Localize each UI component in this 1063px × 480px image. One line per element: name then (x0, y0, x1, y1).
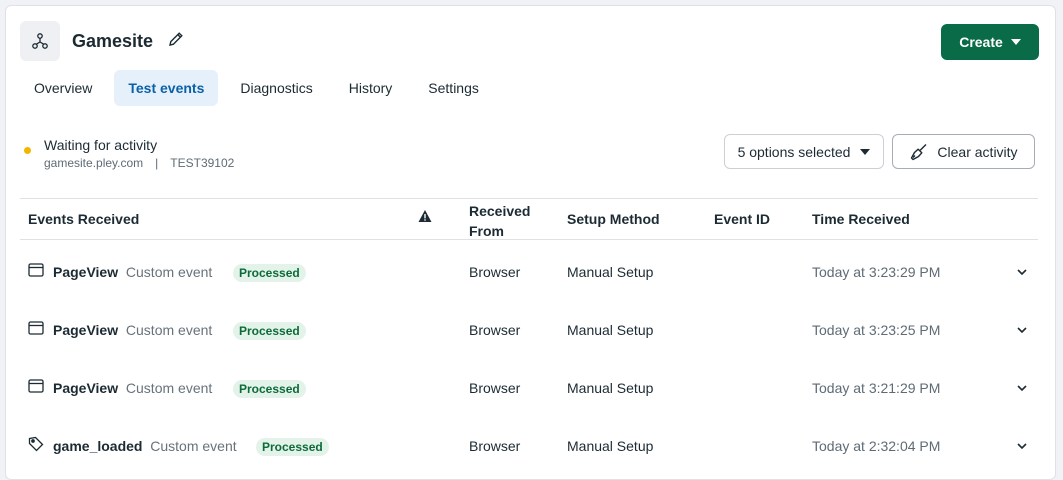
received-from: Browser (469, 438, 521, 454)
table-row[interactable]: PageView Custom event Processed Browser … (20, 356, 1038, 414)
table-row[interactable]: PageView Custom event Processed Browser … (20, 298, 1038, 356)
time-received: Today at 3:23:25 PM (812, 322, 941, 338)
setup-method: Manual Setup (567, 322, 654, 338)
received-from: Browser (469, 322, 521, 338)
header-setup-method: Setup Method (567, 211, 660, 227)
event-type: Custom event (125, 264, 213, 280)
events-table: Events Received Received From Setup Meth… (20, 198, 1038, 472)
options-select-label: 5 options selected (737, 143, 851, 160)
status-separator: | (155, 156, 159, 170)
header-events-received: Events Received (28, 211, 140, 227)
tab-bar: Overview Test events Diagnostics History… (20, 70, 501, 106)
event-name: game_loaded (53, 438, 143, 454)
status-badge: Processed (233, 380, 306, 398)
status-badge: Processed (233, 264, 306, 282)
event-type: Custom event (125, 380, 213, 396)
event-name-cell: PageView Custom event (53, 264, 212, 280)
browser-window-icon (28, 263, 44, 277)
page-title: Gamesite (72, 31, 154, 51)
setup-method: Manual Setup (567, 438, 654, 454)
dataset-icon (20, 21, 60, 61)
header-event-id: Event ID (714, 211, 771, 227)
event-name-cell: PageView Custom event (53, 322, 212, 338)
pencil-icon[interactable] (166, 29, 186, 49)
browser-window-icon (28, 321, 44, 335)
status-test-code: TEST39102 (170, 156, 235, 170)
received-from: Browser (469, 264, 521, 280)
clear-activity-label: Clear activity (937, 143, 1018, 160)
events-manager-card: Gamesite Create Overview Test events Dia… (5, 5, 1056, 480)
header-received-from: Received From (469, 203, 531, 239)
status-badge: Processed (256, 438, 329, 456)
event-name-cell: game_loaded Custom event (53, 438, 237, 454)
table-header: Events Received Received From Setup Meth… (20, 198, 1038, 240)
status-domain: gamesite.pley.com (44, 156, 144, 170)
tab-test-events[interactable]: Test events (114, 70, 219, 106)
tab-settings[interactable]: Settings (414, 70, 493, 106)
event-name: PageView (53, 264, 119, 280)
warning-icon (418, 210, 432, 222)
setup-method: Manual Setup (567, 264, 654, 280)
status-subtitle: gamesite.pley.com | TEST39102 (44, 156, 234, 170)
event-type: Custom event (150, 438, 237, 454)
time-received: Today at 3:23:29 PM (812, 264, 941, 280)
caret-down-icon (1010, 39, 1021, 45)
tab-history[interactable]: History (335, 70, 407, 106)
chevron-down-icon[interactable] (1016, 324, 1028, 336)
time-received: Today at 3:21:29 PM (812, 380, 941, 396)
status-title: Waiting for activity (44, 137, 158, 153)
chevron-down-icon[interactable] (1016, 382, 1028, 394)
browser-window-icon (28, 379, 44, 393)
tag-icon (28, 436, 44, 452)
tab-diagnostics[interactable]: Diagnostics (226, 70, 326, 106)
status-dot (24, 147, 31, 154)
received-from: Browser (469, 380, 521, 396)
options-select[interactable]: 5 options selected (724, 134, 884, 169)
broom-icon (911, 143, 927, 160)
setup-method: Manual Setup (567, 380, 654, 396)
create-button[interactable]: Create (941, 24, 1039, 60)
caret-down-icon (860, 148, 871, 155)
header-time-received: Time Received (812, 211, 910, 227)
table-row[interactable]: PageView Custom event Processed Browser … (20, 240, 1038, 298)
create-button-label: Create (959, 34, 1003, 50)
clear-activity-button[interactable]: Clear activity (892, 134, 1035, 169)
chevron-down-icon[interactable] (1016, 266, 1028, 278)
tab-overview[interactable]: Overview (20, 70, 106, 106)
event-type: Custom event (125, 322, 213, 338)
event-name-cell: PageView Custom event (53, 380, 212, 396)
time-received: Today at 2:32:04 PM (812, 438, 941, 454)
event-name: PageView (53, 322, 119, 338)
event-name: PageView (53, 380, 119, 396)
table-row[interactable]: game_loaded Custom event Processed Brows… (20, 414, 1038, 472)
chevron-down-icon[interactable] (1016, 440, 1028, 452)
status-badge: Processed (233, 322, 306, 340)
